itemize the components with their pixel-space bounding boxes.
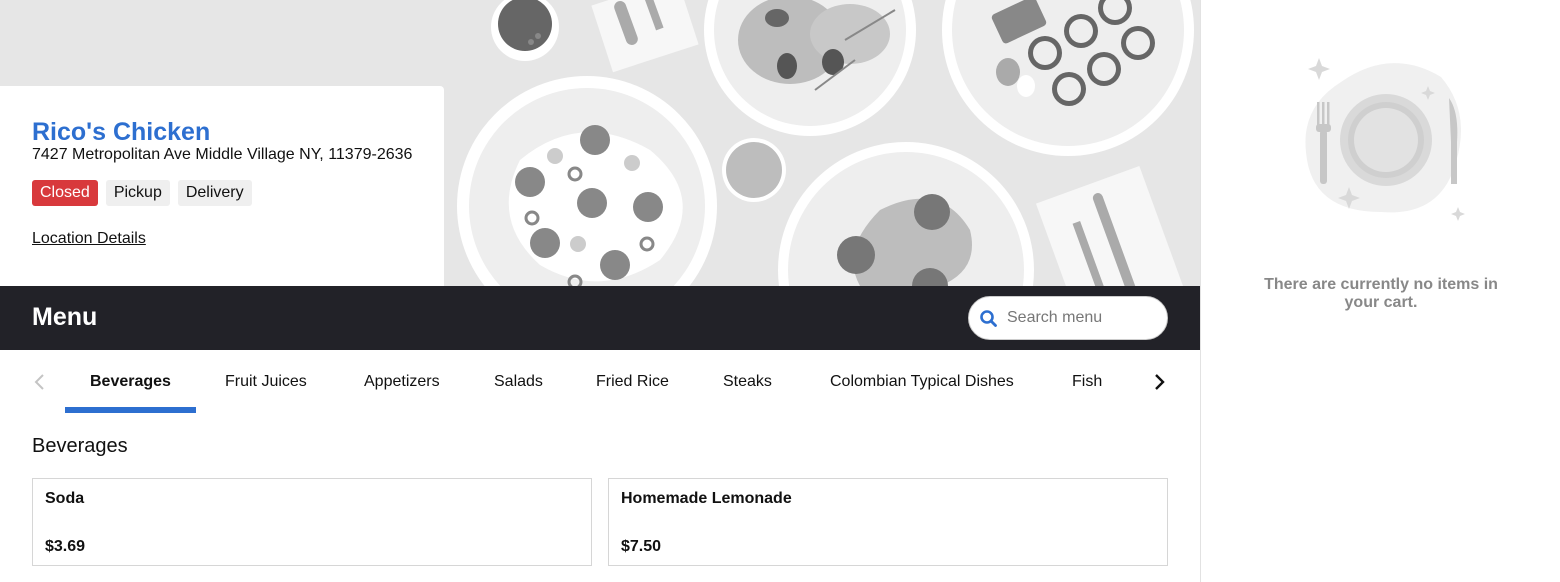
tab-salads[interactable]: Salads: [494, 373, 543, 391]
delivery-badge: Delivery: [177, 180, 252, 206]
menu-header: Menu: [0, 286, 1200, 350]
status-badge: Closed: [32, 180, 98, 206]
tab-appetizers[interactable]: Appetizers: [364, 373, 440, 391]
tab-colombian-typical-dishes[interactable]: Colombian Typical Dishes: [830, 373, 1014, 391]
active-tab-indicator: [65, 407, 196, 413]
menu-item-card[interactable]: Homemade Lemonade $7.50: [608, 478, 1168, 566]
hero-banner: Rico's Chicken 7427 Metropolitan Ave Mid…: [0, 0, 1200, 286]
restaurant-name: Rico's Chicken: [32, 118, 211, 146]
search-box[interactable]: [968, 296, 1168, 340]
restaurant-address: 7427 Metropolitan Ave Middle Village NY,…: [32, 146, 413, 163]
cart-panel: There are currently no items in your car…: [1200, 0, 1560, 582]
search-icon: [980, 310, 997, 327]
empty-plate-icon: [1305, 58, 1465, 221]
item-price: $7.50: [621, 538, 662, 555]
item-name: Homemade Lemonade: [621, 490, 792, 507]
section-title: Beverages: [32, 435, 128, 457]
menu-item-card[interactable]: Soda $3.69: [32, 478, 592, 566]
tab-fish[interactable]: Fish: [1072, 373, 1102, 391]
chevron-left-icon[interactable]: [28, 370, 52, 394]
chevron-right-icon[interactable]: [1148, 370, 1172, 394]
location-details-link[interactable]: Location Details: [32, 230, 146, 248]
tab-steaks[interactable]: Steaks: [723, 373, 772, 391]
category-tabs: Beverages Fruit Juices Appetizers Salads…: [0, 350, 1200, 414]
main-content: Rico's Chicken 7427 Metropolitan Ave Mid…: [0, 0, 1200, 582]
service-badges: Closed Pickup Delivery: [32, 180, 252, 206]
item-name: Soda: [45, 490, 85, 507]
menu-title: Menu: [32, 303, 98, 331]
empty-cart-message: There are currently no items in your car…: [1264, 276, 1498, 311]
tab-fried-rice[interactable]: Fried Rice: [596, 373, 669, 391]
pickup-badge: Pickup: [105, 180, 170, 206]
tab-beverages[interactable]: Beverages: [90, 373, 171, 391]
item-price: $3.69: [45, 538, 86, 555]
search-input[interactable]: [1007, 305, 1157, 331]
tab-fruit-juices[interactable]: Fruit Juices: [225, 373, 307, 391]
